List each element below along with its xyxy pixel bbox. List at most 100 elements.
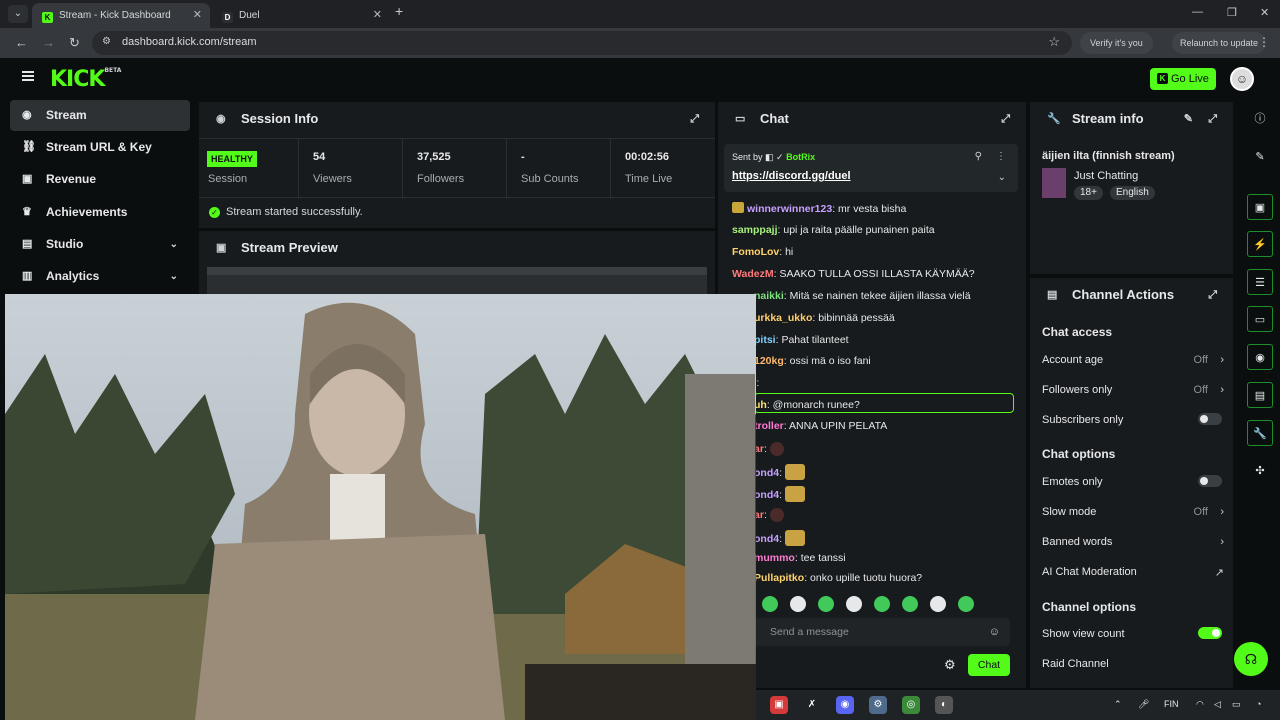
close-tab-icon[interactable]: ✕ xyxy=(193,3,202,28)
chat-username[interactable]: ond4 xyxy=(754,467,779,479)
banned-words-row[interactable]: Banned words › xyxy=(1042,536,1224,548)
menu-icon[interactable] xyxy=(22,71,34,81)
language-indicator[interactable]: FIN xyxy=(1164,699,1179,709)
new-tab-button[interactable]: + xyxy=(395,3,403,19)
emote-icon[interactable] xyxy=(874,596,890,612)
chat-username[interactable]: FomoLov xyxy=(732,246,779,258)
tab-kick-dashboard[interactable]: K Stream - Kick Dashboard ✕ xyxy=(32,3,210,28)
chat-message[interactable]: WadezM: SAAKO TULLA OSSI ILLASTA KÄYMÄÄ? xyxy=(732,268,975,280)
stream-preview-video[interactable] xyxy=(207,267,707,297)
chat-username[interactable]: WadezM xyxy=(732,268,774,280)
browser-menu-icon[interactable]: ⋮ xyxy=(1258,35,1270,49)
discord-icon[interactable]: ◉ xyxy=(836,696,854,714)
kick-logo[interactable]: KICKBETA xyxy=(50,67,121,92)
expand-icon[interactable]: ⤢ xyxy=(1208,102,1217,136)
url-text[interactable]: dashboard.kick.com/stream xyxy=(122,36,257,48)
avatar[interactable]: ☺ xyxy=(1230,67,1254,91)
chat-send-button[interactable]: Chat xyxy=(968,654,1010,676)
chat-message[interactable]: naikki: Mitä se nainen tekee äijien illa… xyxy=(754,290,971,302)
chat-message[interactable]: samppajj: upi ja raita päälle punainen p… xyxy=(732,224,935,236)
chat-username[interactable]: mummo xyxy=(754,552,795,564)
emote-icon[interactable] xyxy=(930,596,946,612)
chat-settings-gear-icon[interactable]: ⚙ xyxy=(944,657,956,673)
close-tab-icon[interactable]: ✕ xyxy=(373,3,382,28)
expand-icon[interactable]: ⤢ xyxy=(690,102,699,136)
chat-message[interactable]: ond4: xyxy=(754,486,805,502)
chat-message[interactable]: troller: ANNA UPIN PELATA xyxy=(754,420,887,432)
emote-icon[interactable] xyxy=(958,596,974,612)
reload-icon[interactable]: ↻ xyxy=(69,35,80,51)
chat-message[interactable]: ond4: xyxy=(754,530,805,546)
settings-icon[interactable]: ⚙ xyxy=(869,696,887,714)
lightning-icon[interactable]: ⚡ xyxy=(1247,231,1273,257)
sidebar-item-studio[interactable]: ▤ Studio ⌄ xyxy=(10,229,190,260)
chat-message[interactable]: pitsi: Pahat tilanteet xyxy=(754,334,849,346)
show-view-count-toggle[interactable] xyxy=(1198,627,1222,639)
tray-chevron-icon[interactable]: ⌃ xyxy=(1114,699,1122,710)
chat-message[interactable]: FomoLov: hi xyxy=(732,246,793,258)
chat-message[interactable]: ond4: xyxy=(754,464,805,480)
close-window-icon[interactable]: ✕ xyxy=(1260,6,1269,19)
chat-username[interactable]: 120kg xyxy=(754,355,784,367)
notification-bell-icon[interactable]: ◔ xyxy=(1256,699,1261,709)
info-icon[interactable]: ⓘ xyxy=(1247,106,1273,132)
chat-message[interactable]: winnerwinner123: mr vesta bisha xyxy=(732,202,906,215)
chat-message[interactable]: mummo: tee tanssi xyxy=(754,552,846,564)
list-icon[interactable]: ☰ xyxy=(1247,269,1273,295)
chat-message[interactable]: 120kg: ossi mä o iso fani xyxy=(754,355,871,367)
restore-icon[interactable]: ❐ xyxy=(1227,6,1237,19)
bookmark-star-icon[interactable]: ☆ xyxy=(1048,34,1060,50)
sidebar-item-revenue[interactable]: ▣ Revenue xyxy=(10,164,190,195)
emote-icon[interactable] xyxy=(902,596,918,612)
volume-icon[interactable]: ◁ xyxy=(1214,699,1221,710)
app-icon[interactable]: ▣ xyxy=(770,696,788,714)
verify-button[interactable]: Verify it's you xyxy=(1080,32,1153,54)
emote-icon[interactable] xyxy=(846,596,862,612)
battery-icon[interactable]: ▭ xyxy=(1232,699,1241,710)
puzzle-icon[interactable]: ✣ xyxy=(1247,458,1273,484)
chat-username[interactable]: samppajj xyxy=(732,224,778,236)
chat-username[interactable]: winnerwinner123 xyxy=(747,203,832,215)
account-age-row[interactable]: Account age Off › xyxy=(1042,354,1224,366)
support-headset-icon[interactable]: ☊ xyxy=(1234,642,1268,676)
mic-icon[interactable]: 🎤︎ xyxy=(1138,699,1149,710)
chat-message[interactable]: ar: xyxy=(754,508,784,522)
edit-icon[interactable]: ✎ xyxy=(1184,102,1193,136)
site-info-icon[interactable]: ⚙ xyxy=(102,36,111,47)
emotes-only-toggle[interactable] xyxy=(1198,475,1222,487)
chat-username[interactable]: urkka_ukko xyxy=(754,312,812,324)
chat-username[interactable]: naikki xyxy=(754,290,784,302)
expand-icon[interactable]: ⤢ xyxy=(1208,278,1217,312)
emote-icon[interactable] xyxy=(762,596,778,612)
video-icon[interactable]: ▣ xyxy=(1247,194,1273,220)
tab-search-icon[interactable]: ⌄ xyxy=(8,5,28,23)
edit-icon[interactable]: ✎ xyxy=(1247,144,1273,170)
emote-icon[interactable] xyxy=(790,596,806,612)
forward-icon[interactable]: → xyxy=(42,35,55,50)
emoji-icon[interactable]: ☺ xyxy=(989,618,1000,646)
sidebar-item-analytics[interactable]: ▥ Analytics ⌄ xyxy=(10,261,190,292)
chat-username[interactable]: pitsi xyxy=(754,334,776,346)
channel-icon[interactable]: ▤ xyxy=(1247,382,1273,408)
chrome-icon[interactable]: ◎ xyxy=(902,696,920,714)
url-bar[interactable]: ⚙ dashboard.kick.com/stream ☆ xyxy=(92,31,1072,55)
chat-username[interactable]: ond4 xyxy=(754,489,779,501)
subscribers-only-toggle[interactable] xyxy=(1198,413,1222,425)
tab-duel[interactable]: D Duel ✕ xyxy=(212,3,390,28)
obs-icon[interactable]: ◐ xyxy=(935,696,953,714)
record-icon[interactable]: ◉ xyxy=(1247,344,1273,370)
sidebar-item-stream[interactable]: ◉ Stream xyxy=(10,100,190,131)
chat-username[interactable]: troller xyxy=(754,420,784,432)
sidebar-item-achievements[interactable]: ♛ Achievements xyxy=(10,197,190,228)
followers-only-row[interactable]: Followers only Off › xyxy=(1042,384,1224,396)
relaunch-button[interactable]: Relaunch to update xyxy=(1172,32,1267,54)
wrench-icon[interactable]: 🔧 xyxy=(1247,420,1273,446)
emote-icon[interactable] xyxy=(818,596,834,612)
slow-mode-row[interactable]: Slow mode Off › xyxy=(1042,506,1224,518)
emote-bar[interactable] xyxy=(762,596,1012,616)
chat-icon[interactable]: ▭ xyxy=(1247,306,1273,332)
chat-input[interactable]: Send a message ☺ xyxy=(754,618,1010,646)
minimize-icon[interactable]: — xyxy=(1192,6,1203,18)
wifi-icon[interactable]: ◠ xyxy=(1196,699,1204,710)
chat-message[interactable]: ar: xyxy=(754,442,784,456)
